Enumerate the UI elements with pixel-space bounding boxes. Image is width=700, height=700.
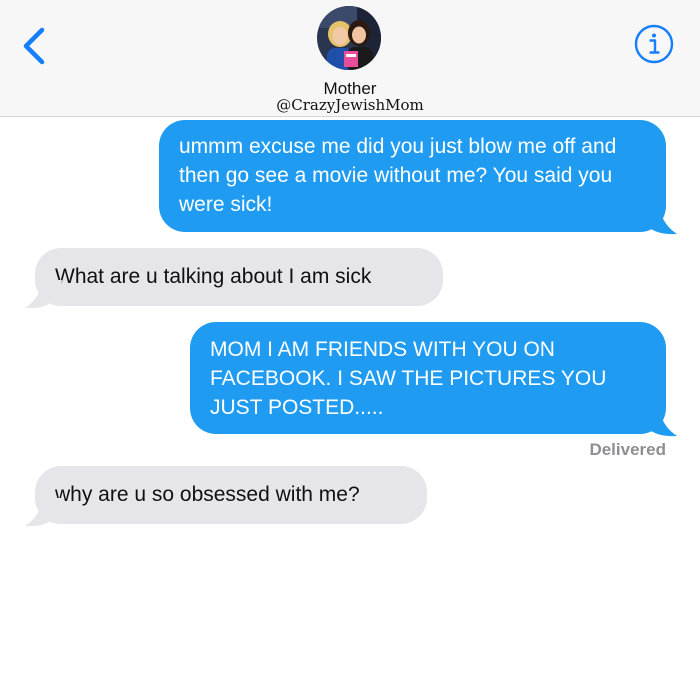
message-text: What are u talking about I am sick <box>55 265 372 288</box>
message-text: why are u so obsessed with me? <box>55 483 360 506</box>
sent-message-bubble[interactable]: MOM I AM FRIENDS WITH YOU ON FACEBOOK. I… <box>190 322 666 434</box>
message-text: MOM I AM FRIENDS WITH YOU ON FACEBOOK. I… <box>210 338 607 419</box>
delivery-status: Delivered <box>589 440 666 459</box>
info-button[interactable] <box>632 22 676 66</box>
message-thread-screen: Mother @CrazyJewishMom ummm excuse me di… <box>0 0 700 700</box>
received-message-bubble[interactable]: why are u so obsessed with me? <box>35 466 427 524</box>
sent-message-bubble[interactable]: ummm excuse me did you just blow me off … <box>159 120 666 232</box>
avatar-photo <box>317 6 381 70</box>
chevron-left-icon <box>23 27 45 65</box>
contact-handle: @CrazyJewishMom <box>276 96 424 114</box>
conversation-header: Mother @CrazyJewishMom <box>0 0 700 117</box>
contact-avatar[interactable] <box>317 6 381 70</box>
received-message-bubble[interactable]: What are u talking about I am sick <box>35 248 443 306</box>
message-text: ummm excuse me did you just blow me off … <box>179 135 617 216</box>
back-button[interactable] <box>14 24 54 68</box>
info-icon <box>634 24 674 64</box>
